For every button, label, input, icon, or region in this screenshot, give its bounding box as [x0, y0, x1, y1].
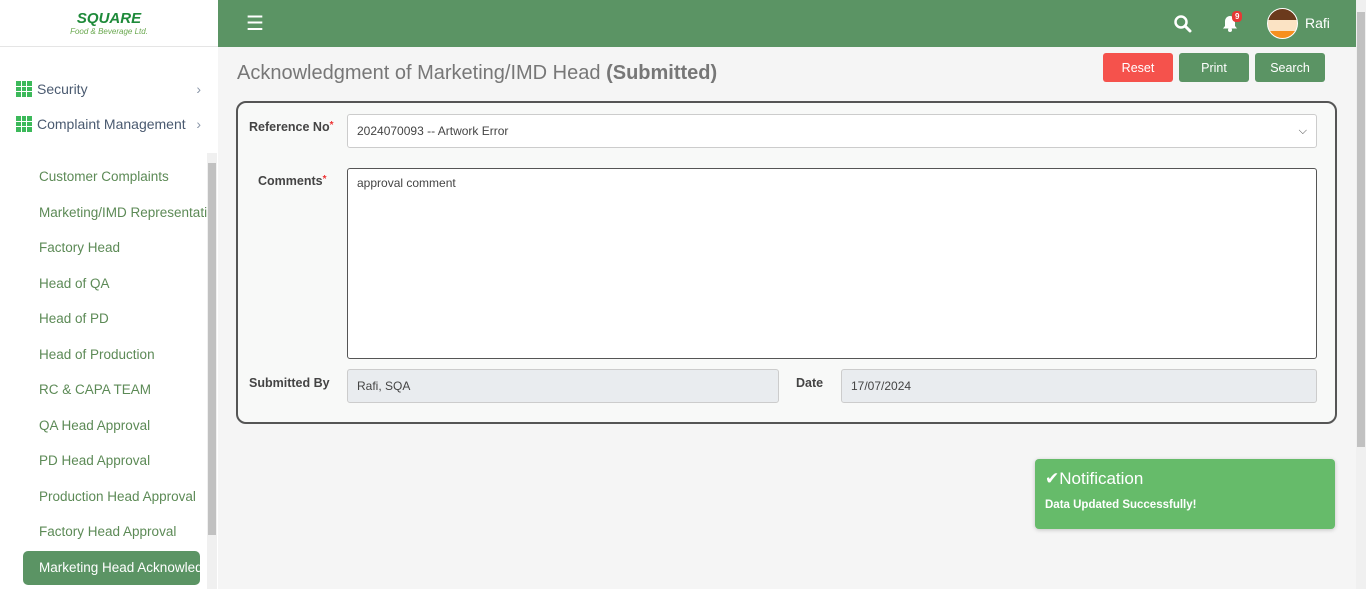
check-icon: ✔: [1045, 469, 1060, 488]
date-label: Date: [796, 376, 824, 390]
notification-toast[interactable]: ✔Notification Data Updated Successfully!: [1035, 459, 1335, 529]
page-title: Acknowledgment of Marketing/IMD Head (Su…: [237, 62, 717, 85]
search-button[interactable]: Search: [1255, 53, 1325, 82]
user-name[interactable]: Rafi: [1305, 15, 1330, 31]
title-text: Acknowledgment of Marketing/IMD Head: [237, 62, 601, 84]
reference-value: 2024070093 -- Artwork Error: [357, 124, 509, 138]
sidebar-item[interactable]: Factory Head Approval: [39, 524, 207, 539]
sidebar: SQUARE Food & Beverage Ltd. Security › C…: [0, 0, 218, 589]
reset-button[interactable]: Reset: [1103, 53, 1173, 82]
chevron-right-icon: ›: [196, 116, 201, 132]
notification-title: Notification: [1059, 469, 1144, 488]
notification-badge: 9: [1232, 11, 1243, 22]
avatar[interactable]: [1267, 8, 1298, 39]
comments-label: Comments*: [258, 174, 327, 188]
sidebar-item[interactable]: Production Head Approval: [39, 489, 207, 504]
sidebar-scrollbar[interactable]: [207, 153, 217, 589]
topbar: ☰ 9 Rafi: [218, 0, 1356, 47]
submitted-by-field[interactable]: Rafi, SQA: [347, 369, 779, 403]
sidebar-section-security[interactable]: Security ›: [16, 81, 201, 97]
section-label: Complaint Management: [37, 116, 186, 132]
logo-text: SQUARE: [76, 10, 142, 27]
status-text: (Submitted): [606, 62, 718, 84]
sidebar-section-complaint-management[interactable]: Complaint Management ›: [16, 116, 201, 132]
date-field[interactable]: 17/07/2024: [841, 369, 1317, 403]
reference-label: Reference No*: [249, 120, 334, 134]
search-icon[interactable]: [1174, 15, 1192, 33]
logo: SQUARE Food & Beverage Ltd.: [0, 0, 218, 47]
print-button[interactable]: Print: [1179, 53, 1249, 82]
comments-textarea[interactable]: approval comment: [347, 168, 1317, 359]
page-scrollbar[interactable]: [1356, 0, 1366, 589]
sidebar-item[interactable]: Head of QA: [39, 276, 207, 291]
sidebar-item[interactable]: Head of PD: [39, 311, 207, 326]
hamburger-menu-icon[interactable]: ☰: [246, 11, 264, 36]
grid-icon: [16, 116, 32, 132]
sidebar-item[interactable]: Head of Production: [39, 347, 207, 362]
sidebar-item[interactable]: QA Head Approval: [39, 418, 207, 433]
sidebar-item[interactable]: Factory Head: [39, 240, 207, 255]
sidebar-item[interactable]: Customer Complaints: [39, 169, 207, 184]
submitted-by-label: Submitted By: [249, 376, 330, 390]
sidebar-item[interactable]: PD Head Approval: [39, 453, 207, 468]
sidebar-item[interactable]: RC & CAPA TEAM: [39, 382, 207, 397]
reference-select[interactable]: 2024070093 -- Artwork Error ⌵: [347, 114, 1317, 148]
notification-message: Data Updated Successfully!: [1045, 499, 1197, 511]
chevron-right-icon: ›: [196, 81, 201, 97]
sidebar-item[interactable]: Marketing/IMD Representative: [39, 205, 207, 220]
logo-subtext: Food & Beverage Ltd.: [70, 27, 148, 36]
form-card: Reference No* 2024070093 -- Artwork Erro…: [236, 101, 1337, 424]
chevron-down-icon: ⌵: [1298, 124, 1307, 137]
section-label: Security: [37, 81, 88, 97]
grid-icon: [16, 81, 32, 97]
sidebar-item-active[interactable]: Marketing Head Acknowledgment: [23, 551, 200, 585]
